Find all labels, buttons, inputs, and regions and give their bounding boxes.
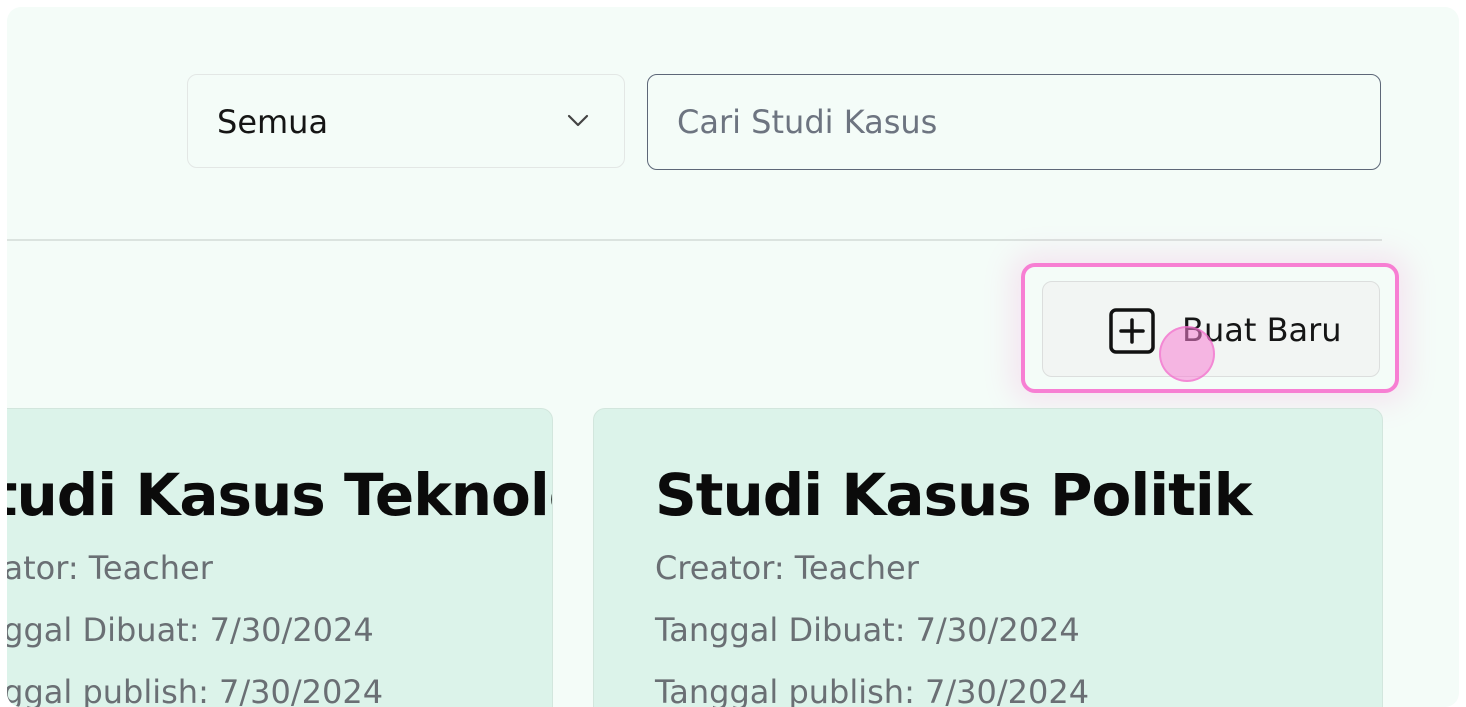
plus-square-icon bbox=[1109, 308, 1155, 354]
card-created-date: Tanggal Dibuat: 7/30/2024 bbox=[7, 611, 374, 649]
create-new-label: Buat Baru bbox=[1182, 311, 1342, 349]
category-filter-value: Semua bbox=[217, 103, 329, 141]
card-created-date: Tanggal Dibuat: 7/30/2024 bbox=[655, 611, 1080, 649]
card-publish-date: Tanggal publish: 7/30/2024 bbox=[7, 673, 384, 707]
card-creator: Creator: Teacher bbox=[655, 549, 919, 587]
card-publish-date: Tanggal publish: 7/30/2024 bbox=[655, 673, 1090, 707]
create-new-button[interactable]: Buat Baru bbox=[1042, 281, 1380, 377]
card-title: Studi Kasus Teknologi bbox=[7, 461, 552, 529]
category-filter-select[interactable]: Semua bbox=[187, 74, 625, 168]
card-creator: Creator: Teacher bbox=[7, 549, 213, 587]
card-title: Studi Kasus Politik bbox=[655, 461, 1252, 529]
case-study-card[interactable]: Studi Kasus Teknologi Creator: Teacher T… bbox=[7, 408, 553, 707]
search-input[interactable] bbox=[647, 74, 1381, 170]
chevron-down-icon bbox=[567, 114, 589, 127]
content-panel: Semua Buat Baru Studi Kasus Teknologi Cr… bbox=[7, 7, 1459, 707]
case-study-card[interactable]: Studi Kasus Politik Creator: Teacher Tan… bbox=[593, 408, 1383, 707]
section-divider bbox=[7, 239, 1382, 241]
